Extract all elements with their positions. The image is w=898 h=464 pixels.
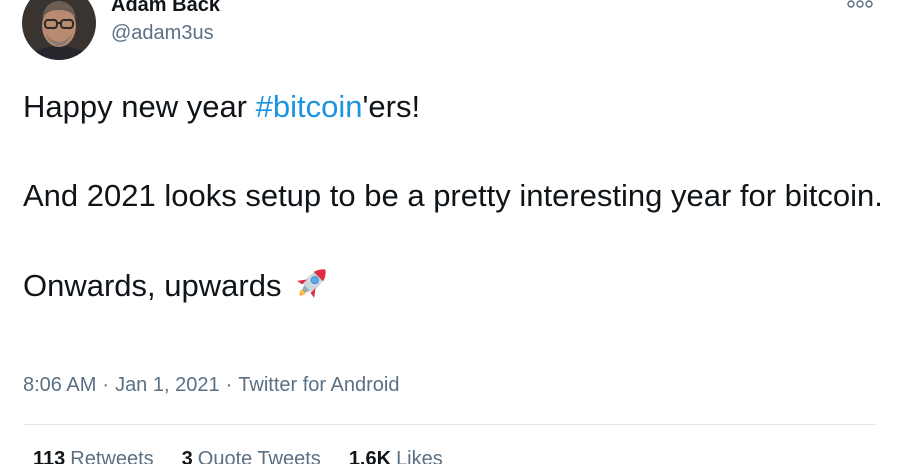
- tweet-card: Adam Back @adam3us Happy new year #bitco…: [0, 0, 898, 464]
- meta-separator: ·: [225, 374, 233, 396]
- likes-count: 1.6K: [348, 448, 392, 464]
- tweet-paragraph-3: Onwards, upwards: [23, 262, 883, 308]
- tweet-paragraph-2: And 2021 looks setup to be a pretty inte…: [23, 178, 883, 213]
- likes-stat[interactable]: 1.6K Likes: [349, 448, 443, 464]
- more-options-icon[interactable]: [846, 0, 874, 12]
- meta-separator: ·: [102, 374, 110, 396]
- avatar[interactable]: [22, 0, 96, 60]
- rocket-icon: [291, 262, 333, 304]
- tweet-date[interactable]: Jan 1, 2021: [115, 374, 220, 396]
- quote-tweets-count: 3: [181, 448, 193, 464]
- retweets-count: 113: [33, 448, 66, 464]
- profile-photo-icon: [22, 0, 96, 60]
- hashtag-link[interactable]: #bitcoin: [256, 89, 363, 124]
- tweet-stats: 113 Retweets 3 Quote Tweets 1.6K Likes: [33, 448, 471, 464]
- author-handle[interactable]: @adam3us: [111, 22, 214, 45]
- tweet-text: Happy new year #bitcoin'ers! And 2021 lo…: [23, 84, 883, 308]
- tweet-text-segment: 'ers!: [362, 89, 421, 124]
- tweet-text-segment: Happy new year: [23, 89, 256, 124]
- likes-label: Likes: [396, 448, 443, 464]
- quote-tweets-stat[interactable]: 3 Quote Tweets: [182, 448, 321, 464]
- divider: [23, 424, 876, 425]
- retweets-label: Retweets: [70, 448, 154, 464]
- quote-tweets-label: Quote Tweets: [197, 448, 321, 464]
- author-name[interactable]: Adam Back: [111, 0, 220, 17]
- tweet-time[interactable]: 8:06 AM: [23, 374, 96, 396]
- tweet-source[interactable]: Twitter for Android: [238, 374, 399, 396]
- tweet-text-segment: Onwards, upwards: [23, 268, 282, 303]
- tweet-meta: 8:06 AM · Jan 1, 2021 · Twitter for Android: [23, 374, 399, 397]
- tweet-paragraph-1: Happy new year #bitcoin'ers!: [23, 84, 883, 129]
- retweets-stat[interactable]: 113 Retweets: [33, 448, 154, 464]
